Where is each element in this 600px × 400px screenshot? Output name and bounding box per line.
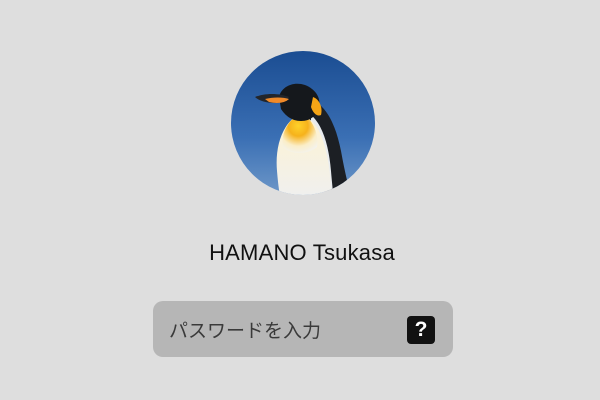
penguin-photo (231, 51, 375, 195)
password-field[interactable]: パスワードを入力 ? (153, 301, 453, 357)
password-hint-button[interactable]: ? (407, 316, 435, 344)
password-placeholder: パスワードを入力 (169, 320, 322, 342)
user-avatar[interactable] (231, 51, 375, 195)
user-name: HAMANO Tsukasa (209, 240, 395, 265)
login-screen: HAMANO Tsukasa パスワードを入力 ? (0, 0, 600, 400)
